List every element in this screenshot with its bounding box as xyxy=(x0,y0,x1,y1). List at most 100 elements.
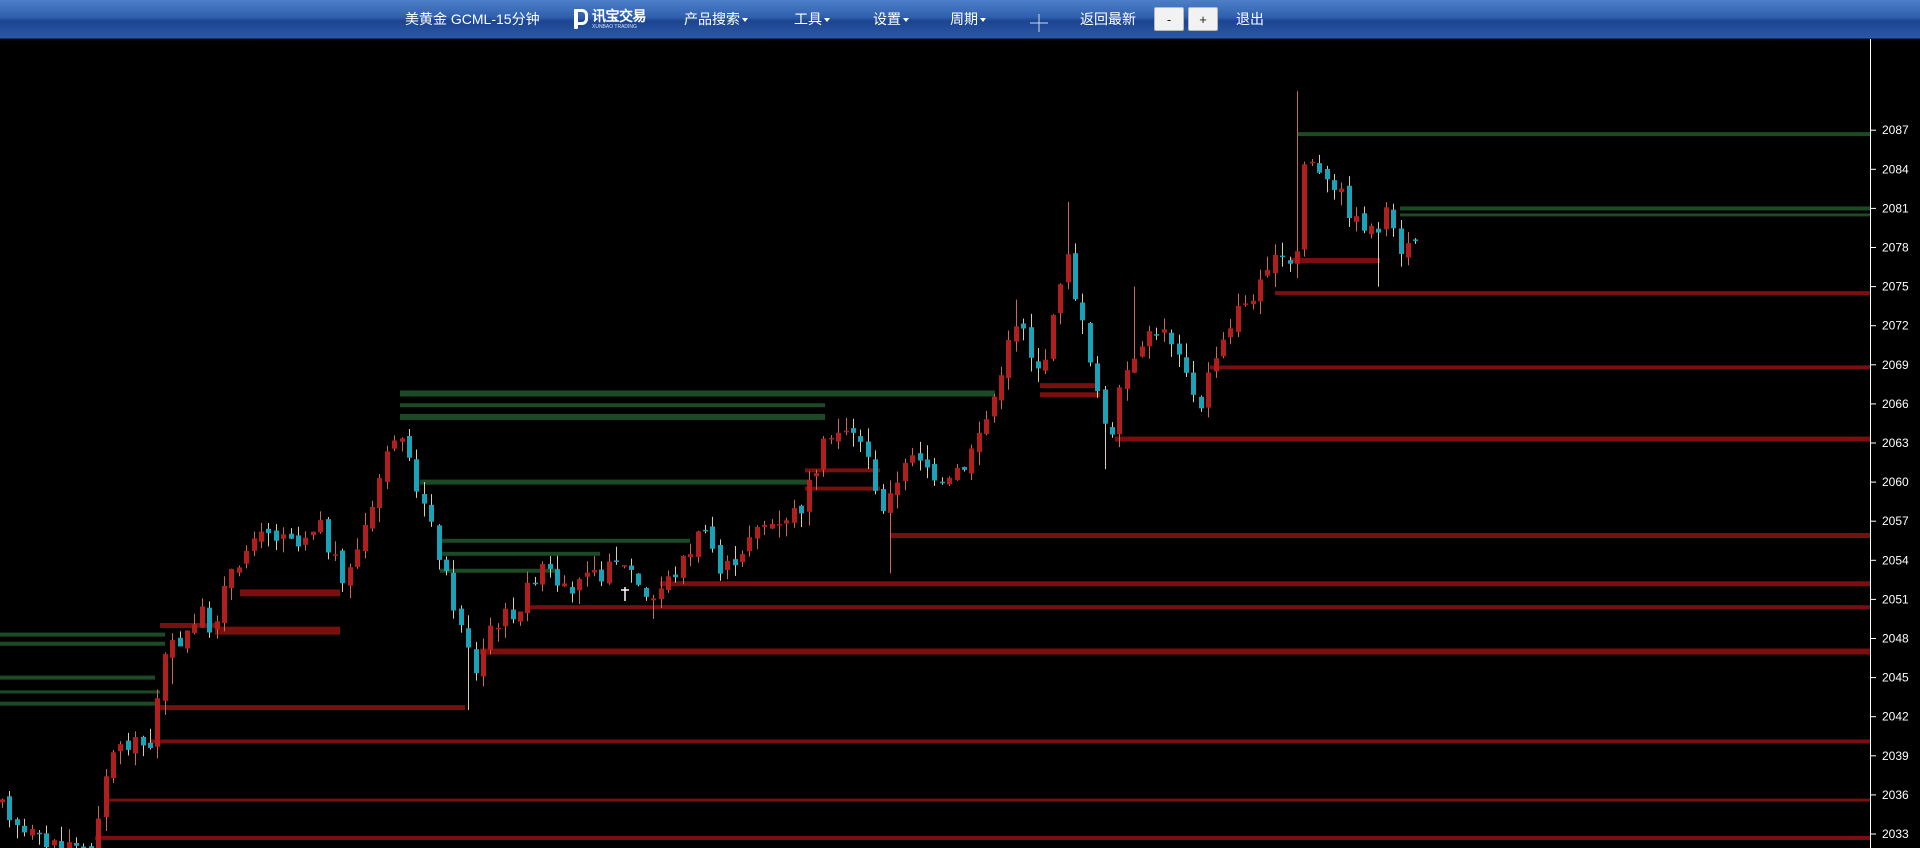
candle-body-112 xyxy=(829,438,834,440)
candle-body-9 xyxy=(67,842,72,848)
candle-body-142 xyxy=(1051,314,1056,359)
candle-body-67 xyxy=(496,627,501,630)
resistance-level-26 xyxy=(240,589,340,597)
resistance-level-24 xyxy=(105,798,1870,802)
candle-body-29 xyxy=(215,621,220,629)
resistance-level-25 xyxy=(95,835,1870,840)
candle-body-152 xyxy=(1125,370,1130,389)
menu-tools[interactable]: 工具 xyxy=(794,0,830,38)
candle-body-102 xyxy=(755,526,760,539)
candle-body-69 xyxy=(511,609,516,620)
candle-body-76 xyxy=(562,583,567,587)
candle-body-33 xyxy=(244,550,249,564)
mouse-cursor xyxy=(621,587,629,601)
price-levels xyxy=(0,132,1870,840)
candle-body-22 xyxy=(163,654,168,701)
chevron-down-icon xyxy=(980,18,986,23)
candle-body-172 xyxy=(1273,254,1278,274)
menu-product-search-label: 产品搜索 xyxy=(684,11,740,27)
support-level-10 xyxy=(0,690,160,694)
candle-body-24 xyxy=(178,637,183,647)
candle-body-82 xyxy=(607,561,612,584)
candle-body-171 xyxy=(1265,269,1270,276)
candle-body-104 xyxy=(770,523,775,529)
candle-body-180 xyxy=(1332,180,1337,190)
price-axis: 2033 2036 2039 2042 2045 2048 2051 2054 2057 2060… xyxy=(1870,123,1909,841)
candle-body-100 xyxy=(740,554,745,563)
candle-body-164 xyxy=(1214,358,1219,372)
candle-body-15 xyxy=(111,752,116,779)
candle-body-36 xyxy=(266,528,271,534)
candle-body-37 xyxy=(274,530,279,541)
y-tick-label: 2033 xyxy=(1882,827,1909,841)
logo-subtext: XUNBAO TRADING xyxy=(592,24,637,30)
support-level-2 xyxy=(400,413,825,420)
candle-body-28 xyxy=(207,607,212,633)
candle-body-185 xyxy=(1369,225,1374,235)
menu-product-search[interactable]: 产品搜索 xyxy=(684,0,748,38)
candle-body-136 xyxy=(1006,340,1011,378)
axis-divider xyxy=(1870,39,1871,848)
candle-body-161 xyxy=(1191,372,1196,395)
logout-button[interactable]: 退出 xyxy=(1236,0,1264,38)
candle-body-148 xyxy=(1095,363,1100,392)
menu-period[interactable]: 周期 xyxy=(950,0,986,38)
candle-body-85 xyxy=(629,565,634,571)
candle-body-157 xyxy=(1162,329,1167,333)
candle-body-64 xyxy=(474,649,479,674)
candle-body-63 xyxy=(466,628,471,648)
y-tick-label: 2051 xyxy=(1882,592,1909,606)
candle-body-108 xyxy=(799,505,804,514)
candle-body-189 xyxy=(1399,228,1404,254)
candle-body-5 xyxy=(37,832,42,835)
candle-body-190 xyxy=(1406,243,1411,258)
candle-body-115 xyxy=(851,428,856,433)
y-tick-label: 2066 xyxy=(1882,397,1909,411)
candlestick-chart[interactable]: 2033 2036 2039 2042 2045 2048 2051 2054 2057 2060… xyxy=(0,39,1920,848)
y-tick-label: 2084 xyxy=(1882,162,1909,176)
y-tick-label: 2081 xyxy=(1882,201,1909,215)
candle-body-80 xyxy=(592,570,597,573)
zoom-out-button[interactable]: - xyxy=(1154,7,1184,31)
candle-body-170 xyxy=(1258,279,1263,302)
support-level-4 xyxy=(440,538,690,543)
crosshair-button[interactable] xyxy=(1029,9,1049,32)
candle-body-144 xyxy=(1066,254,1071,283)
candle-body-146 xyxy=(1080,302,1085,321)
candle-body-1 xyxy=(7,796,12,821)
candle-body-95 xyxy=(703,529,708,532)
support-level-3 xyxy=(420,479,810,485)
candle-body-10 xyxy=(74,843,79,846)
candle-body-176 xyxy=(1302,164,1307,250)
candle-body-119 xyxy=(881,488,886,511)
candle-body-53 xyxy=(392,440,397,449)
candle-body-99 xyxy=(733,559,738,566)
support-level-11 xyxy=(0,701,155,706)
menu-period-label: 周期 xyxy=(950,11,978,27)
candle-body-165 xyxy=(1221,339,1226,357)
back-to-latest-button[interactable]: 返回最新 xyxy=(1080,0,1136,38)
candle-body-7 xyxy=(52,840,57,846)
candle-body-156 xyxy=(1154,334,1159,336)
candle-body-143 xyxy=(1058,284,1063,314)
candle-body-166 xyxy=(1228,328,1233,338)
candle-body-17 xyxy=(126,740,131,750)
zoom-in-button[interactable]: + xyxy=(1188,7,1218,31)
candle-body-70 xyxy=(518,611,523,622)
candle-body-141 xyxy=(1043,359,1048,371)
candle-body-26 xyxy=(192,624,197,634)
support-level-9 xyxy=(0,675,155,680)
support-level-1 xyxy=(400,403,825,408)
y-tick-label: 2042 xyxy=(1882,710,1909,724)
candle-body-27 xyxy=(200,606,205,628)
candle-body-181 xyxy=(1339,188,1344,193)
resistance-level-22 xyxy=(155,705,465,711)
candle-body-174 xyxy=(1288,260,1293,264)
y-tick-label: 2063 xyxy=(1882,436,1909,450)
y-tick-label: 2075 xyxy=(1882,280,1909,294)
menu-settings[interactable]: 设置 xyxy=(873,0,909,38)
candle-body-139 xyxy=(1029,327,1034,358)
candle-body-137 xyxy=(1014,326,1019,342)
resistance-level-20 xyxy=(525,605,1870,610)
candle-body-35 xyxy=(259,531,264,542)
